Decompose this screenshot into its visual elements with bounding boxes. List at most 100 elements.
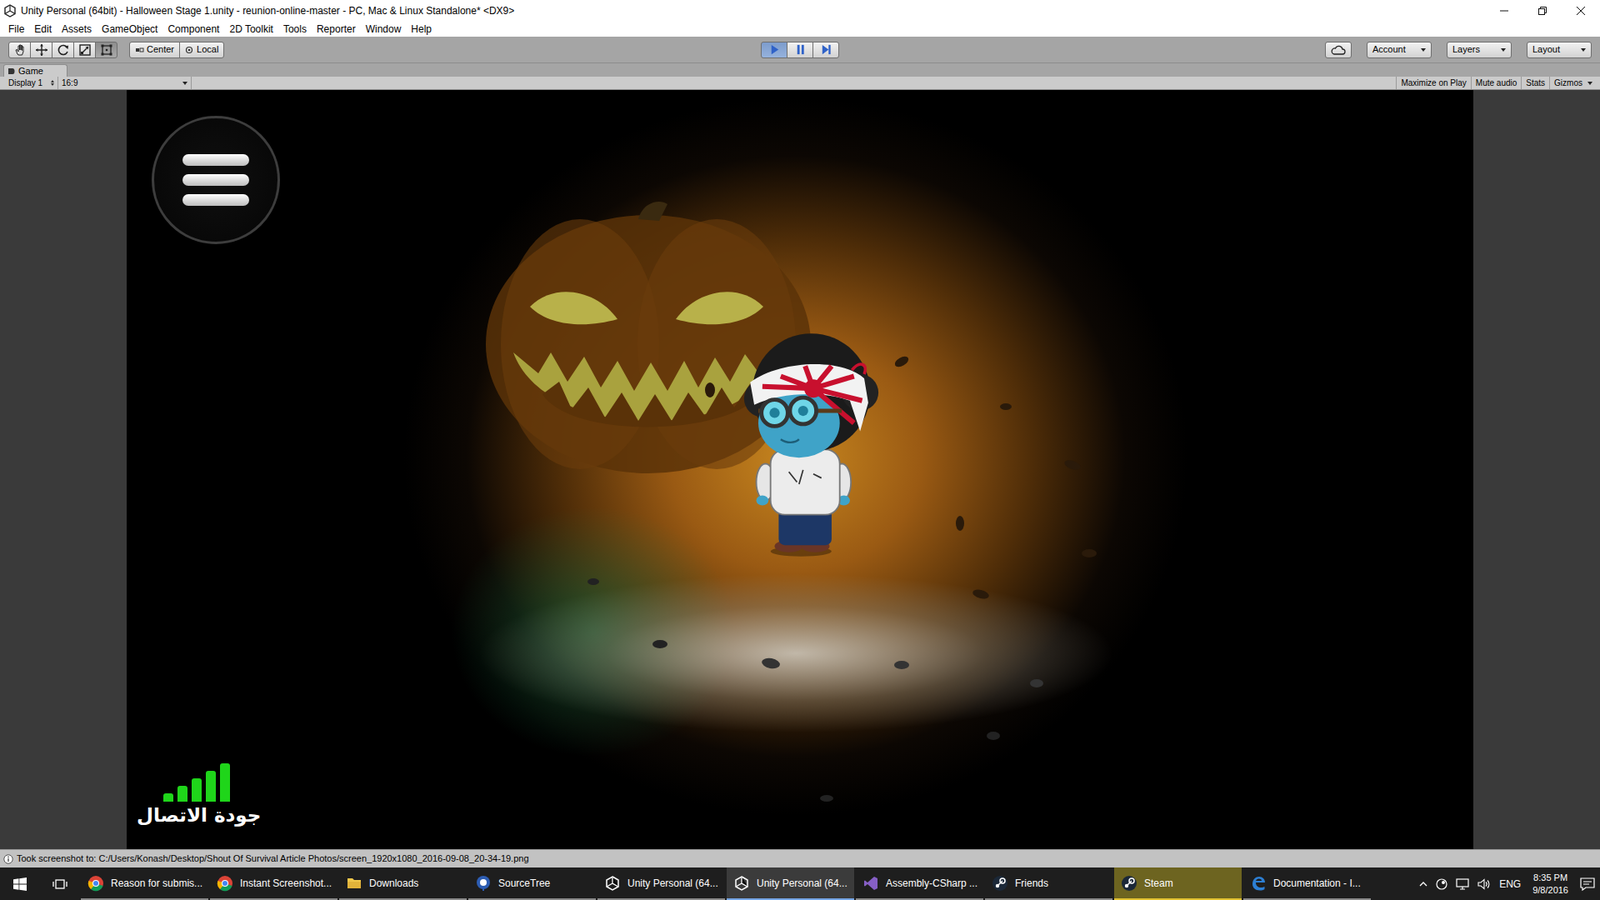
folder-icon	[345, 875, 363, 892]
cloud-icon	[1330, 45, 1346, 55]
signal-bar	[163, 793, 174, 802]
taskbar-item-label: Friends	[1015, 875, 1049, 891]
move-tool-icon	[35, 43, 49, 57]
view-toggle[interactable]: Stats	[1520, 76, 1550, 90]
taskbar-item-label: Assembly-CSharp ...	[885, 875, 978, 891]
network-icon	[1455, 878, 1470, 890]
dropdown-label: Layout	[1532, 45, 1560, 55]
pivot-button[interactable]: Center	[129, 41, 180, 59]
minimize-icon[interactable]	[1485, 0, 1524, 22]
signal-bar	[205, 770, 216, 802]
sourcetree-icon	[475, 875, 492, 892]
tool-button[interactable]	[30, 41, 53, 59]
tab-label: Game	[18, 64, 44, 79]
status-bar: Took screenshot to: C:/Users/Konash/Desk…	[0, 849, 1600, 868]
menu-item[interactable]: GameObject	[96, 22, 163, 36]
input-language[interactable]: ENG	[1499, 876, 1521, 892]
menu-item[interactable]: File	[3, 22, 30, 36]
pivot-local-icon	[185, 45, 195, 55]
pivot-label: Local	[196, 45, 219, 55]
visual-studio-icon	[862, 875, 880, 892]
tool-button[interactable]	[51, 41, 75, 59]
action-center-icon[interactable]	[1580, 877, 1595, 891]
playback-button[interactable]	[812, 41, 840, 59]
hamburger-bar-icon	[182, 174, 250, 186]
signal-bar	[191, 778, 202, 802]
playback-button[interactable]	[760, 41, 788, 59]
taskbar-item[interactable]: Unity Personal (64...	[726, 867, 855, 900]
menu-item[interactable]: Tools	[278, 22, 312, 36]
arrow-up-icon	[50, 80, 55, 83]
viewport-margin	[0, 90, 127, 850]
connection-quality-label: جودة الاتصال	[136, 803, 261, 829]
display-dropdown[interactable]: Display 1	[5, 76, 59, 90]
player-character-icon	[740, 329, 883, 557]
rotate-tool-icon	[56, 43, 70, 57]
taskbar-item-label: Instant Screenshot...	[240, 875, 332, 891]
pivot-group: Center Local	[129, 41, 225, 59]
aspect-dropdown[interactable]: 16:9	[58, 76, 192, 90]
transform-tools-group	[8, 41, 118, 59]
windows-start-icon[interactable]	[0, 867, 40, 900]
hamburger-bar-icon	[182, 154, 250, 166]
game-viewport: جودة الاتصال	[0, 90, 1600, 850]
pause-icon	[794, 43, 807, 56]
toggle-label: Maximize on Play	[1400, 76, 1466, 90]
menu-item[interactable]: 2D Toolkit	[224, 22, 278, 36]
taskbar-item-label: Steam	[1144, 875, 1174, 891]
info-icon	[3, 854, 14, 865]
gizmos-dropdown[interactable]: Gizmos	[1549, 76, 1597, 90]
taskbar-item[interactable]: Reason for submis...	[80, 867, 209, 900]
game-tab[interactable]: Game	[3, 64, 68, 77]
viewport-margin	[1473, 90, 1600, 850]
status-message: Took screenshot to: C:/Users/Konash/Desk…	[16, 851, 530, 866]
taskbar-item[interactable]: Downloads	[339, 867, 467, 900]
tool-button[interactable]	[8, 41, 31, 59]
arrow-down-icon	[50, 83, 55, 86]
taskbar-item[interactable]: Documentation - I...	[1243, 867, 1371, 900]
menu-item[interactable]: Help	[405, 22, 437, 36]
tool-button[interactable]	[73, 41, 96, 59]
taskbar-item[interactable]: Instant Screenshot...	[210, 867, 338, 900]
toolbar-dropdown[interactable]: Layout	[1526, 41, 1592, 59]
game-toolbar: Display 116:9 Maximize on Play Mute audioS…	[0, 76, 1600, 90]
menu-item[interactable]: Assets	[56, 22, 97, 36]
taskbar-item-label: SourceTree	[498, 875, 550, 891]
updown-arrows-icon	[50, 80, 55, 86]
menu-item[interactable]: Window	[360, 22, 407, 36]
aspect-label: 16:9	[61, 76, 78, 90]
playback-button[interactable]	[786, 41, 814, 59]
tool-button[interactable]	[95, 41, 118, 59]
dropdown-arrow-icon	[1587, 81, 1593, 85]
menu-item[interactable]: Reporter	[311, 22, 361, 36]
step-icon	[820, 43, 833, 56]
taskbar-item[interactable]: Friends	[985, 867, 1113, 900]
chrome-icon	[216, 875, 234, 892]
toolbar-dropdown[interactable]: Layers	[1446, 41, 1512, 59]
task-view-icon[interactable]	[40, 867, 80, 900]
taskbar-item-label: Downloads	[369, 875, 419, 891]
clock[interactable]: 8:35 PM9/8/2016	[1529, 871, 1572, 896]
view-toggle[interactable]: Mute audio	[1470, 76, 1521, 90]
taskbar-item[interactable]: Unity Personal (64...	[597, 867, 725, 900]
dropdown-arrow-icon	[1500, 48, 1506, 52]
taskbar-item[interactable]: Assembly-CSharp ...	[855, 867, 984, 900]
taskbar-item[interactable]: SourceTree	[468, 867, 596, 900]
clock-time: 8:35 PM	[1533, 871, 1568, 884]
unity-logo-icon	[3, 4, 17, 18]
taskbar-item[interactable]: Steam	[1114, 867, 1242, 900]
pivot-center-icon	[135, 45, 145, 55]
game-menu-button[interactable]	[151, 115, 280, 245]
menu-item[interactable]: Component	[162, 22, 225, 36]
toolbar-dropdown[interactable]: Account	[1366, 41, 1432, 59]
view-toggle[interactable]: Maximize on Play	[1395, 76, 1470, 90]
chrome-icon	[87, 875, 105, 892]
close-icon[interactable]	[1561, 0, 1600, 22]
dropdown-arrow-icon	[1420, 48, 1426, 52]
menu-item[interactable]: Edit	[29, 22, 57, 36]
dropdown-label: Layers	[1452, 45, 1480, 55]
restore-icon[interactable]	[1523, 0, 1562, 22]
menu-bar: FileEditAssetsGameObjectComponent2D Tool…	[0, 21, 1600, 37]
pivot-button[interactable]: Local	[179, 41, 225, 59]
cloud-button[interactable]	[1325, 41, 1352, 59]
